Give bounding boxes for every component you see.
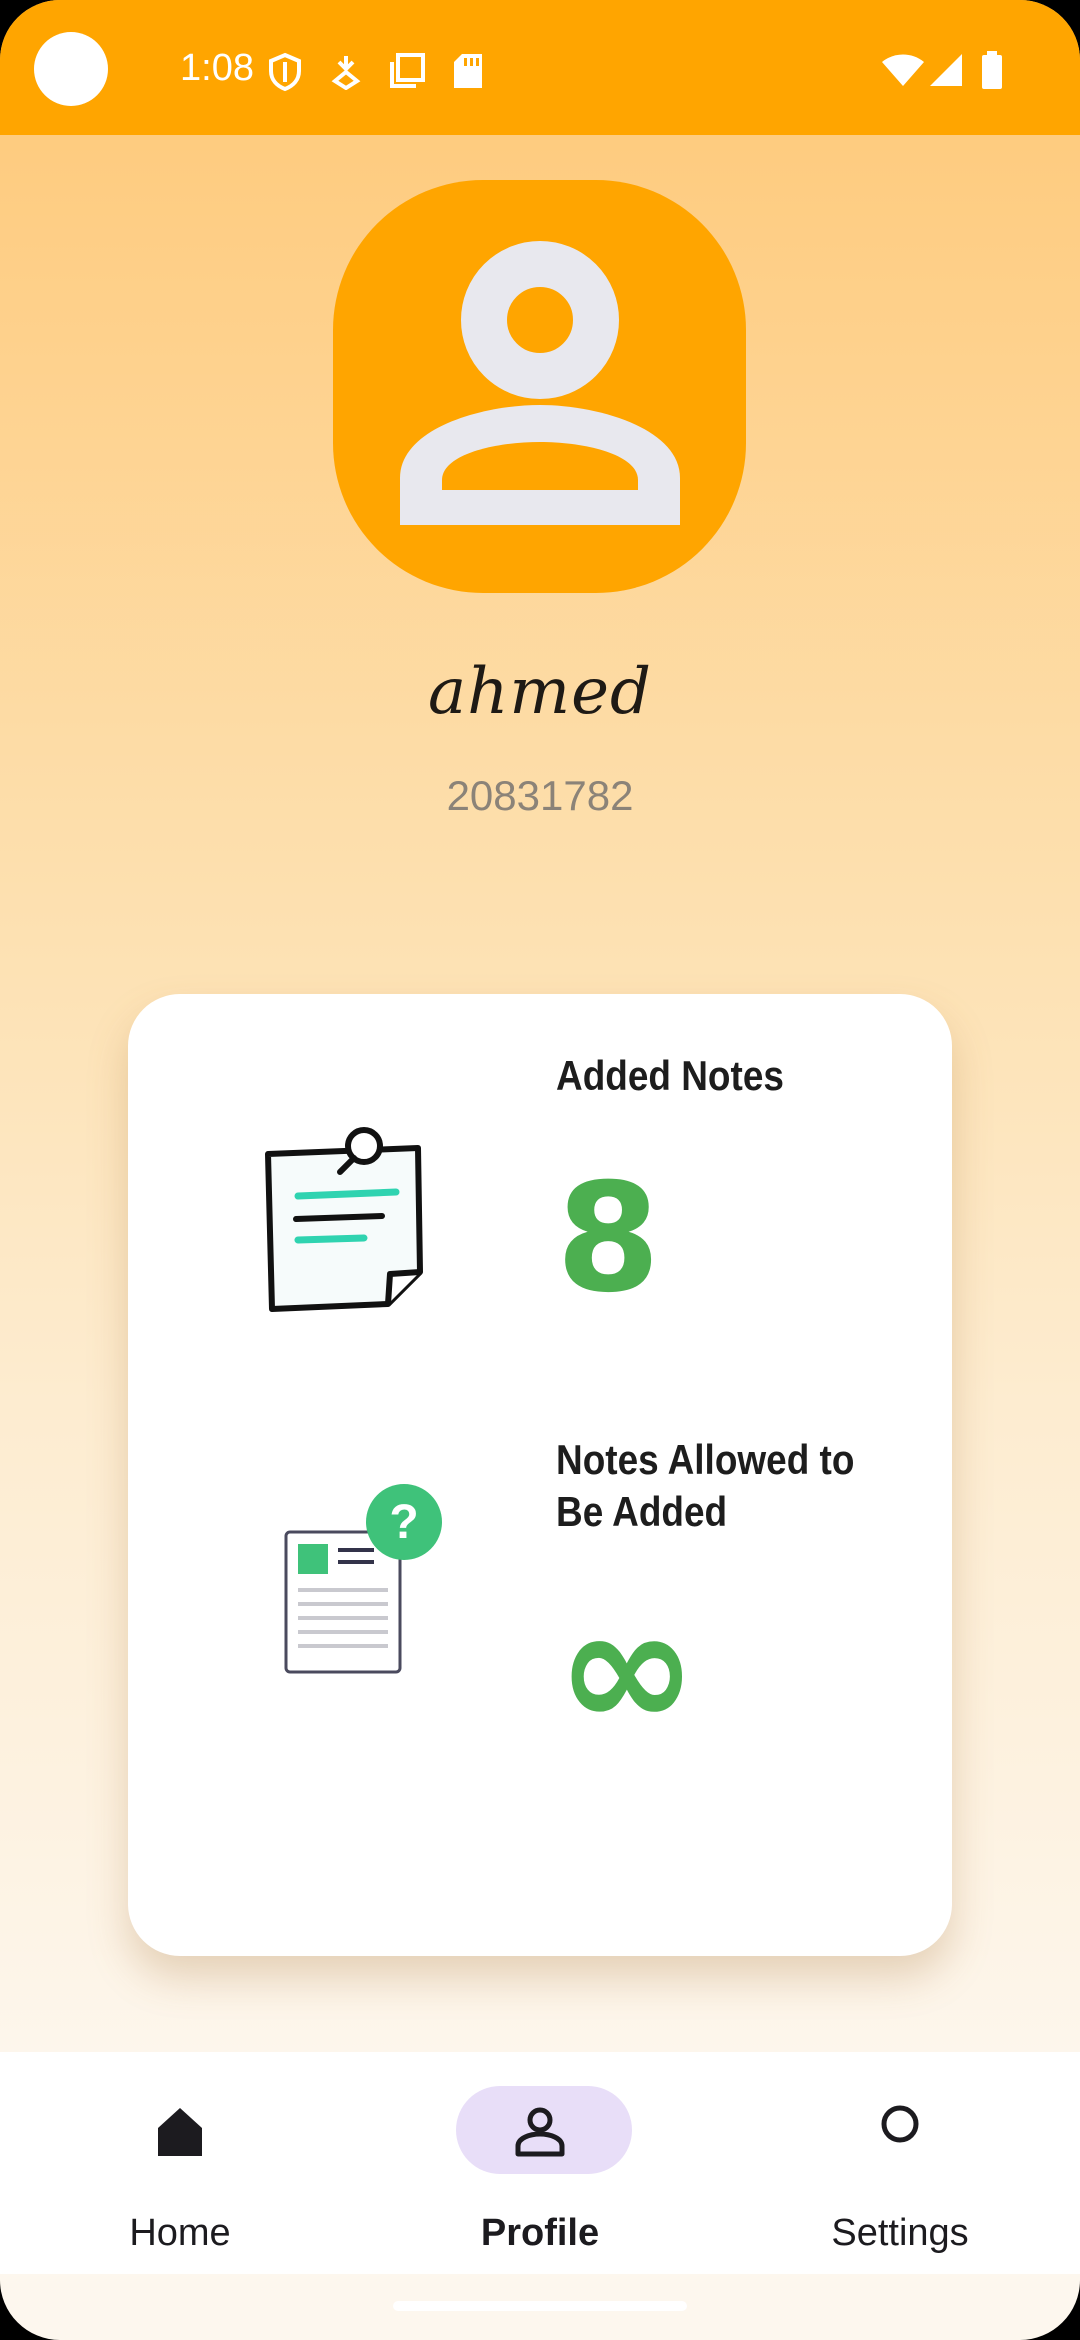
added-notes-label: Added Notes <box>556 1052 784 1099</box>
download-icon <box>331 56 361 90</box>
circle-icon <box>881 2105 919 2143</box>
profile-id: 20831782 <box>446 772 634 819</box>
sd-card-icon <box>454 54 482 88</box>
nav-item-home[interactable]: Home <box>0 2052 360 2274</box>
status-bar: 1:08 <box>0 0 1080 135</box>
nav-label-home: Home <box>129 2212 231 2254</box>
person-icon <box>515 2107 565 2157</box>
battery-icon <box>982 51 1002 89</box>
copy-icon <box>390 53 425 88</box>
allowed-notes-label: Notes Allowed to Be Added <box>556 1436 855 1535</box>
signal-icon <box>930 54 962 86</box>
person-icon <box>400 241 680 525</box>
nav-label-settings: Settings <box>831 2212 969 2254</box>
stats-card: Added Notes 8 ? Notes Allowed to Be Adde… <box>128 994 952 1956</box>
svg-text:?: ? <box>389 1496 418 1549</box>
profile-avatar[interactable] <box>333 180 746 593</box>
bottom-navigation: Home Profile Settings <box>0 2052 1080 2274</box>
note-question-icon: ? <box>284 1484 442 1674</box>
home-icon <box>158 2108 202 2156</box>
shield-icon <box>269 52 301 92</box>
status-time: 1:08 <box>180 47 254 89</box>
profile-name: ahmed <box>428 655 652 729</box>
gesture-handle[interactable] <box>393 2301 687 2311</box>
profile-screen: 1:08 ahmed 20831782 Added Notes 8 ? Note… <box>0 0 1080 2340</box>
added-notes-value: 8 <box>556 1152 661 1326</box>
nav-item-settings[interactable]: Settings <box>720 2052 1080 2274</box>
allowed-notes-value: ∞ <box>556 1570 698 1768</box>
nav-label-profile: Profile <box>480 2212 600 2254</box>
nav-item-profile[interactable]: Profile <box>360 2052 720 2274</box>
camera-cutout <box>34 32 108 106</box>
wifi-icon <box>882 54 924 86</box>
notes-icon <box>265 1127 423 1312</box>
